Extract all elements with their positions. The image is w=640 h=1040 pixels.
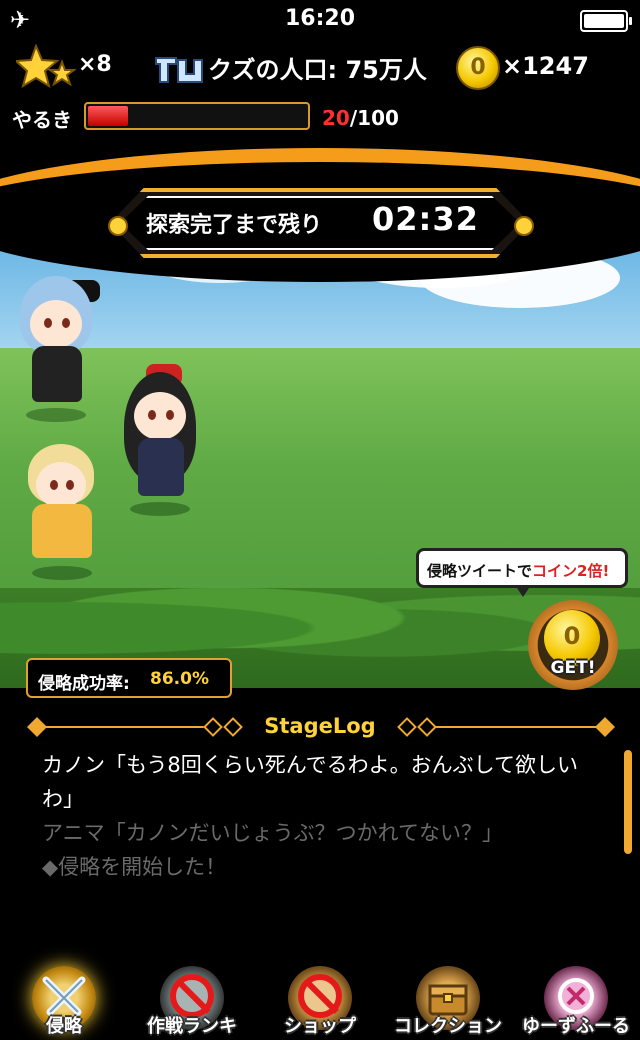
coin-icon: 0 [456, 46, 500, 90]
star-icon [16, 44, 76, 89]
motivation-current: 20 [322, 106, 350, 130]
coin-count: ×1247 [502, 52, 589, 80]
motivation-max: /100 [349, 106, 399, 130]
log-scrollbar[interactable] [624, 750, 632, 854]
stage-log-title: StageLog [264, 714, 376, 738]
motivation-value: 20/100 [322, 106, 399, 130]
log-line: カノン「もう8回くらい死んでるわよ。おんぶして欲しいわ」 [42, 753, 579, 811]
diamond-ornament [397, 717, 417, 737]
tweet-bubble-text: 侵略ツイートで [427, 562, 533, 580]
nav-collection[interactable]: コレクション [386, 960, 510, 1040]
get-button-label: GET! [550, 658, 596, 678]
diamond-ornament [203, 717, 223, 737]
population-label: クズの人口: 75万人 [208, 56, 427, 84]
timer-label: 探索完了まで残り [146, 213, 323, 238]
nav-useful[interactable]: ゆーずふーる [514, 960, 638, 1040]
motivation-label: やるき [12, 108, 72, 132]
character-blonde-hair[interactable] [22, 444, 102, 580]
status-bar: ✈ 16:20 [0, 0, 640, 40]
nav-label: 侵略 [46, 1016, 82, 1037]
success-rate-label: 侵略成功率: [38, 674, 130, 694]
nav-strategy-ranking[interactable]: 作戦ランキ [130, 960, 254, 1040]
bottom-nav: 侵略 作戦ランキ ショップ コレクション ゆーずふーる [0, 960, 640, 1040]
resource-hud: ×8 クズの人口: 75万人 0 ×1247 [0, 40, 640, 100]
nav-invade[interactable]: 侵略 [2, 960, 126, 1040]
nav-shop[interactable]: ショップ [258, 960, 382, 1040]
battery-icon [580, 10, 632, 32]
star-count: ×8 [78, 52, 112, 77]
timer-ornament [108, 216, 128, 236]
nav-label: コレクション [394, 1016, 502, 1037]
log-line: ◆侵略を開始した！ [42, 855, 227, 879]
tweet-bubble-highlight: コイン2倍! [532, 562, 610, 580]
motivation-bar-fill [88, 106, 129, 126]
tweet-bonus-bubble[interactable]: 侵略ツイートでコイン2倍! [416, 548, 628, 597]
divider [436, 726, 596, 728]
motivation-row: やるき 20/100 [0, 100, 640, 136]
nav-label: ショップ [284, 1016, 356, 1037]
character-black-hair[interactable] [120, 360, 200, 516]
get-coin-button[interactable]: 0 GET! [528, 600, 618, 690]
success-rate-value: 86.0% [150, 669, 209, 689]
timer-value: 02:32 [372, 200, 479, 238]
exploration-timer: 探索完了まで残り 02:32 [90, 188, 550, 258]
success-rate-panel: 侵略成功率: 86.0% [26, 658, 232, 698]
population-icon [155, 57, 203, 83]
character-blue-hair[interactable] [16, 266, 100, 422]
stage-log-header: StageLog [0, 710, 640, 744]
diamond-ornament [595, 717, 615, 737]
timer-ornament [514, 216, 534, 236]
nav-label: 作戦ランキ [147, 1016, 237, 1037]
divider [44, 726, 204, 728]
log-line: アニマ「カノンだいじょうぶ？つかれてない？」 [42, 821, 503, 845]
motivation-bar [84, 102, 310, 130]
status-time: 16:20 [284, 6, 356, 31]
diamond-ornament [417, 717, 437, 737]
stage-log[interactable]: カノン「もう8回くらい死んでるわよ。おんぶして欲しいわ」 アニマ「カノンだいじょ… [42, 748, 602, 884]
nav-label: ゆーずふーる [522, 1016, 630, 1037]
